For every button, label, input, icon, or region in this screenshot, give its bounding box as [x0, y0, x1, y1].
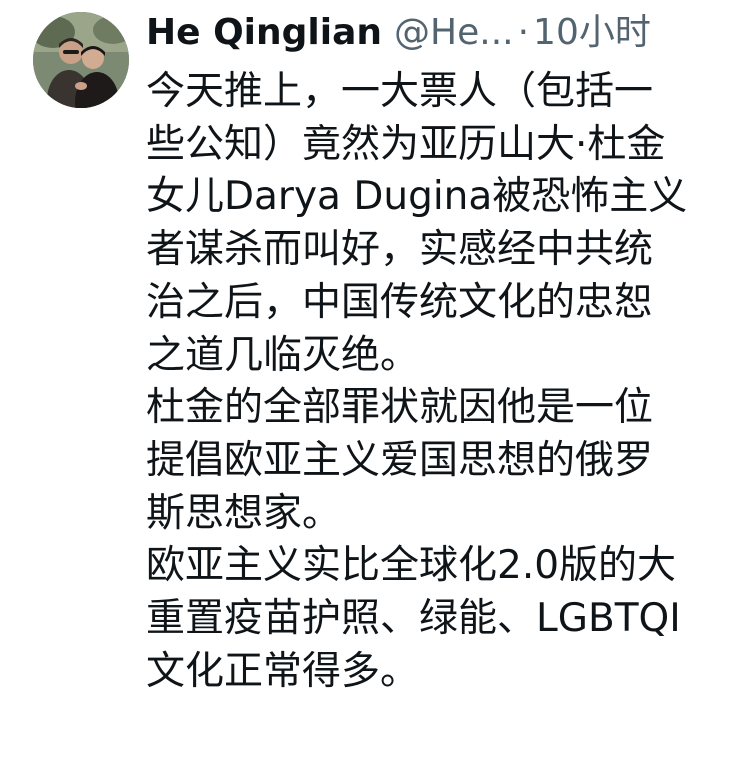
- tweet-paragraph: 欧亚主义实比全球化2.0版的大 重置疫苗护照、绿能、LGBTQI 文化正常得多。: [146, 543, 681, 694]
- display-name[interactable]: He Qinglian: [146, 10, 382, 56]
- user-handle[interactable]: @He...: [394, 10, 514, 56]
- separator-dot: ·: [517, 12, 530, 53]
- tweet: He Qinglian @He... · 10小时 今天推上，一大票人（包括一 …: [0, 0, 750, 774]
- avatar[interactable]: [33, 12, 129, 108]
- timestamp[interactable]: 10小时: [533, 10, 651, 56]
- tweet-header: He Qinglian @He... · 10小时: [146, 10, 651, 56]
- avatar-photo: [33, 12, 129, 108]
- tweet-paragraph: 杜金的全部罪状就因他是一位 提倡欧亚主义爱国思想的俄罗 斯思想家。: [146, 385, 654, 536]
- tweet-paragraph: 今天推上，一大票人（包括一 些公知）竟然为亚历山大·杜金 女儿Darya Dug…: [146, 69, 688, 378]
- tweet-text: 今天推上，一大票人（包括一 些公知）竟然为亚历山大·杜金 女儿Darya Dug…: [146, 66, 726, 698]
